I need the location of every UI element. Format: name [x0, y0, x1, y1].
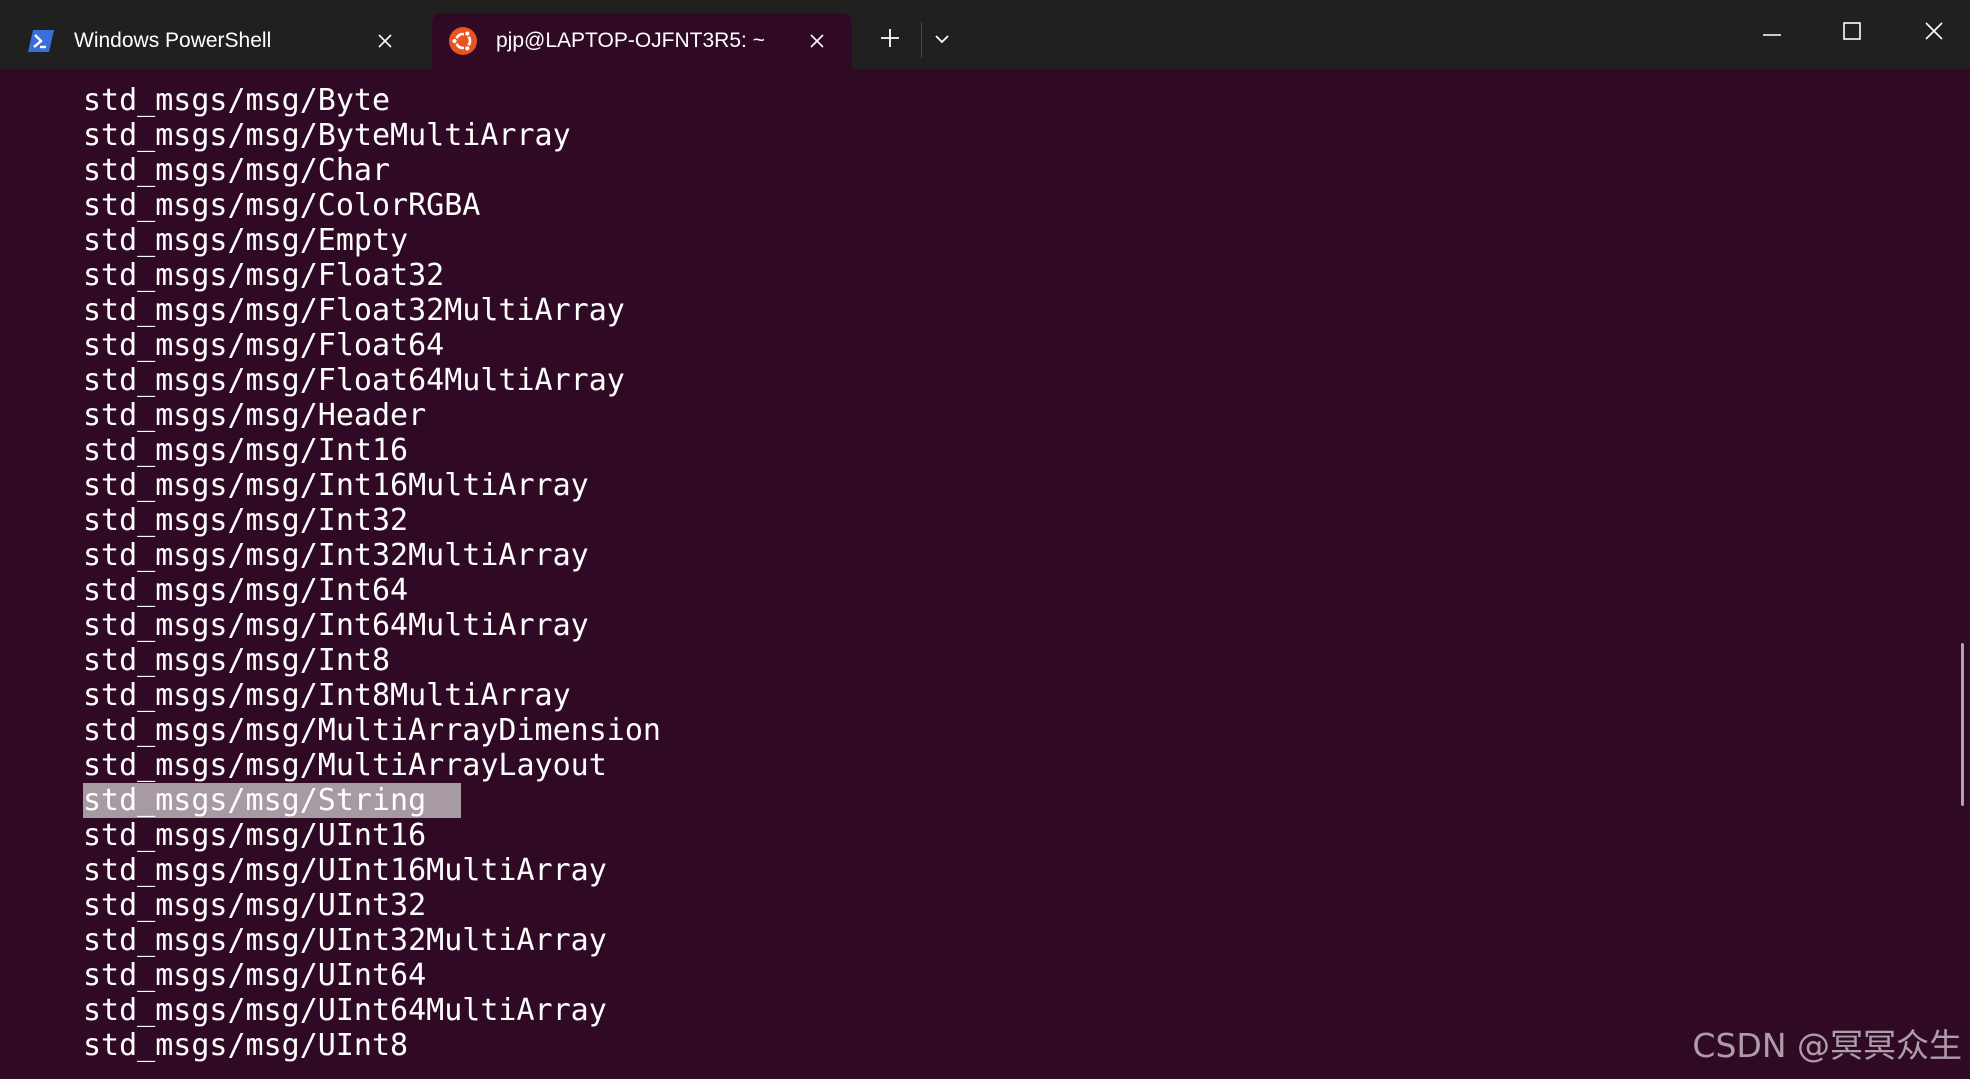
terminal-line: std_msgs/msg/UInt32 — [83, 888, 427, 923]
terminal-line: std_msgs/msg/Int8 — [83, 643, 391, 678]
terminal-line: std_msgs/msg/Float32 — [83, 258, 445, 293]
toolbar-divider — [921, 22, 922, 58]
terminal-line: std_msgs/msg/Int32MultiArray — [83, 538, 589, 573]
scrollbar-thumb[interactable] — [1961, 643, 1964, 806]
maximize-icon — [1842, 21, 1862, 46]
terminal-line: std_msgs/msg/UInt8 — [83, 1028, 409, 1063]
terminal-line: std_msgs/msg/MultiArrayDimension — [83, 713, 661, 748]
tab-label: pjp@LAPTOP-OJFNT3R5: ~ — [496, 29, 765, 52]
terminal-line: std_msgs/msg/Header — [83, 398, 427, 433]
terminal-line: std_msgs/msg/Int32 — [83, 503, 409, 538]
terminal-line: std_msgs/msg/Int16MultiArray — [83, 468, 589, 503]
terminal-lines: std_msgs/msg/Byte std_msgs/msg/ByteMultiA… — [83, 83, 661, 1063]
terminal-line: std_msgs/msg/UInt16 — [83, 818, 427, 853]
terminal-line: std_msgs/msg/UInt32MultiArray — [83, 923, 607, 958]
terminal-line: std_msgs/msg/Byte — [83, 83, 391, 118]
terminal-line: std_msgs/msg/Int64MultiArray — [83, 608, 589, 643]
tab-ubuntu[interactable]: pjp@LAPTOP-OJFNT3R5: ~ — [432, 13, 852, 69]
terminal-line: std_msgs/msg/UInt64MultiArray — [83, 993, 607, 1028]
terminal-line: std_msgs/msg/Int8MultiArray — [83, 678, 571, 713]
tab-windows-powershell[interactable]: Windows PowerShell — [0, 13, 420, 69]
ubuntu-icon — [448, 26, 478, 56]
close-tab-icon[interactable] — [372, 28, 398, 54]
terminal-line: std_msgs/msg/ByteMultiArray — [83, 118, 571, 153]
tab-label: Windows PowerShell — [74, 29, 272, 52]
new-tab-button[interactable] — [872, 22, 908, 58]
watermark: CSDN @冥冥众生 — [1692, 1026, 1962, 1065]
maximize-button[interactable] — [1828, 12, 1876, 54]
terminal-line: std_msgs/msg/ColorRGBA — [83, 188, 481, 223]
terminal-line: std_msgs/msg/Char — [83, 153, 391, 188]
terminal-line: std_msgs/msg/Float64MultiArray — [83, 363, 625, 398]
powershell-icon — [26, 26, 56, 56]
close-window-button[interactable] — [1910, 12, 1958, 54]
terminal-line: std_msgs/msg/Float64 — [83, 328, 445, 363]
plus-icon — [880, 28, 900, 53]
minimize-icon — [1762, 24, 1782, 42]
terminal-line: std_msgs/msg/Float32MultiArray — [83, 293, 625, 328]
close-tab-icon[interactable] — [804, 28, 830, 54]
terminal-output[interactable]: std_msgs/msg/Byte std_msgs/msg/ByteMultiA… — [0, 69, 1970, 1079]
terminal-line: std_msgs/msg/Empty — [83, 223, 409, 258]
terminal-line: std_msgs/msg/MultiArrayLayout — [83, 748, 607, 783]
terminal-line: std_msgs/msg/UInt64 — [83, 958, 427, 993]
terminal-line: std_msgs/msg/Int64 — [83, 573, 409, 608]
terminal-line: std_msgs/msg/Int16 — [83, 433, 409, 468]
title-bar: Windows PowerShell pjp@LAPTOP-OJFNT3R5: … — [0, 0, 1970, 69]
close-icon — [1924, 21, 1944, 46]
terminal-line: std_msgs/msg/UInt16MultiArray — [83, 853, 607, 888]
minimize-button[interactable] — [1748, 12, 1796, 54]
terminal-line-selected: std_msgs/msg/String — [83, 783, 461, 818]
chevron-down-icon — [934, 31, 950, 49]
tab-dropdown-button[interactable] — [924, 22, 960, 58]
